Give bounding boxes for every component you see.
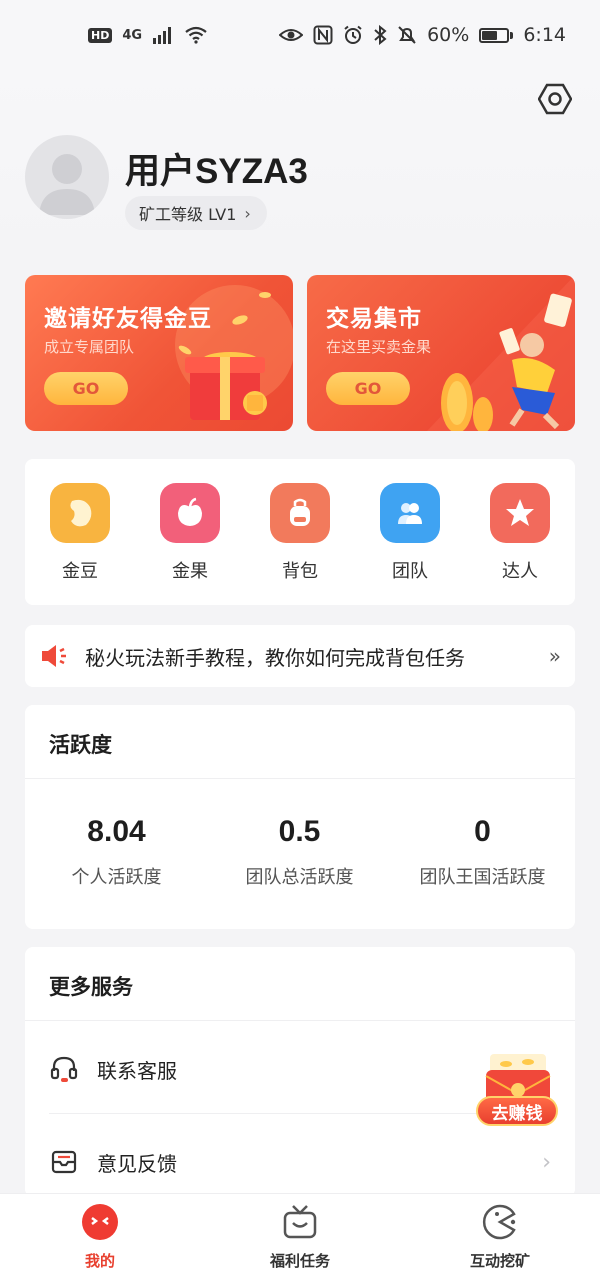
service-feedback[interactable]: 意见反馈 › bbox=[49, 1127, 551, 1197]
team-icon bbox=[380, 483, 440, 543]
tab-label: 我的 bbox=[84, 1252, 115, 1270]
stat-label: 团队总活跃度 bbox=[245, 867, 354, 888]
tab-mine[interactable]: 我的 bbox=[20, 1194, 180, 1283]
menu-label: 金果 bbox=[172, 561, 208, 582]
double-chevron-right-icon: » bbox=[548, 644, 561, 668]
tv-icon bbox=[280, 1202, 320, 1242]
menu-label: 团队 bbox=[392, 561, 428, 582]
quick-menu: 金豆 金果 背包 团队 达人 bbox=[25, 459, 575, 605]
banner-subtitle: 在这里买卖金果 bbox=[326, 338, 432, 356]
stat-value: 8.04 bbox=[87, 815, 146, 848]
status-bar: HD 4G 60% 6:14 bbox=[0, 0, 600, 70]
menu-item-backpack[interactable]: 背包 bbox=[255, 483, 345, 605]
menu-label: 达人 bbox=[502, 561, 538, 582]
market-go-button[interactable]: GO bbox=[326, 372, 410, 405]
avatar-placeholder-icon bbox=[39, 154, 95, 215]
invite-friends-banner[interactable]: 邀请好友得金豆 成立专属团队 GO bbox=[25, 275, 293, 431]
hd-icon: HD bbox=[88, 27, 113, 43]
pacman-icon bbox=[480, 1202, 520, 1242]
clock: 6:14 bbox=[523, 24, 566, 46]
section-title: 更多服务 bbox=[49, 975, 133, 999]
notice-text: 秘火玩法新手教程，教你如何完成背包任务 bbox=[85, 645, 465, 670]
nfc-icon bbox=[313, 25, 333, 45]
eye-icon bbox=[279, 29, 304, 41]
chevron-right-icon: › bbox=[542, 1149, 551, 1175]
signal-icon bbox=[153, 27, 172, 44]
stat-team-activity: 0.5 团队总活跃度 bbox=[208, 815, 391, 889]
star-icon bbox=[490, 483, 550, 543]
mine-icon bbox=[80, 1202, 120, 1242]
menu-label: 背包 bbox=[282, 561, 318, 582]
apple-icon bbox=[160, 483, 220, 543]
stat-value: 0.5 bbox=[278, 815, 321, 848]
level-label: 矿工等级 LV1 bbox=[139, 205, 237, 224]
settings-icon[interactable] bbox=[538, 82, 572, 116]
feedback-icon bbox=[51, 1150, 77, 1174]
menu-item-team[interactable]: 团队 bbox=[365, 483, 455, 605]
banner-title: 邀请好友得金豆 bbox=[44, 306, 212, 332]
tab-interactive-mining[interactable]: 互动挖矿 bbox=[420, 1194, 580, 1283]
activity-card: 活跃度 8.04 个人活跃度 0.5 团队总活跃度 0 团队王国活跃度 bbox=[25, 705, 575, 929]
username: 用户SYZA3 bbox=[125, 152, 308, 191]
stat-value: 0 bbox=[474, 815, 491, 848]
tab-welfare-tasks[interactable]: 福利任务 bbox=[220, 1194, 380, 1283]
mute-icon bbox=[398, 26, 416, 44]
service-label: 意见反馈 bbox=[97, 1151, 177, 1176]
bluetooth-icon bbox=[374, 25, 387, 45]
divider bbox=[25, 1020, 575, 1021]
go-earn-button[interactable]: 去赚钱 bbox=[476, 1096, 558, 1126]
divider bbox=[25, 778, 575, 779]
stat-label: 个人活跃度 bbox=[71, 867, 162, 888]
banner-subtitle: 成立专属团队 bbox=[44, 338, 135, 356]
invite-go-button[interactable]: GO bbox=[44, 372, 128, 405]
speaker-icon bbox=[42, 645, 66, 667]
trade-market-banner[interactable]: 交易集市 在这里买卖金果 GO bbox=[307, 275, 575, 431]
avatar[interactable] bbox=[25, 135, 109, 219]
battery-icon bbox=[479, 27, 514, 43]
menu-item-gold-fruit[interactable]: 金果 bbox=[145, 483, 235, 605]
stat-label: 团队王国活跃度 bbox=[419, 867, 546, 888]
bottom-tab-bar: 我的 福利任务 互动挖矿 bbox=[0, 1193, 600, 1283]
tab-label: 福利任务 bbox=[269, 1252, 330, 1270]
headset-icon bbox=[50, 1056, 78, 1082]
menu-label: 金豆 bbox=[62, 561, 98, 582]
stat-personal-activity: 8.04 个人活跃度 bbox=[25, 815, 208, 889]
menu-item-expert[interactable]: 达人 bbox=[475, 483, 565, 605]
bean-icon bbox=[50, 483, 110, 543]
section-title: 活跃度 bbox=[49, 733, 112, 757]
banner-title: 交易集市 bbox=[326, 306, 422, 332]
chevron-right-icon: › bbox=[244, 203, 251, 223]
menu-item-gold-bean[interactable]: 金豆 bbox=[35, 483, 125, 605]
tutorial-notice[interactable]: 秘火玩法新手教程，教你如何完成背包任务 » bbox=[25, 625, 575, 687]
stat-kingdom-activity: 0 团队王国活跃度 bbox=[391, 815, 574, 889]
backpack-icon bbox=[270, 483, 330, 543]
battery-percent: 60% bbox=[427, 24, 470, 46]
miner-level-badge[interactable]: 矿工等级 LV1 › bbox=[125, 196, 267, 230]
wifi-icon bbox=[185, 26, 207, 44]
alarm-icon bbox=[344, 25, 362, 44]
tab-label: 互动挖矿 bbox=[469, 1252, 530, 1270]
signal-type: 4G bbox=[122, 27, 143, 43]
